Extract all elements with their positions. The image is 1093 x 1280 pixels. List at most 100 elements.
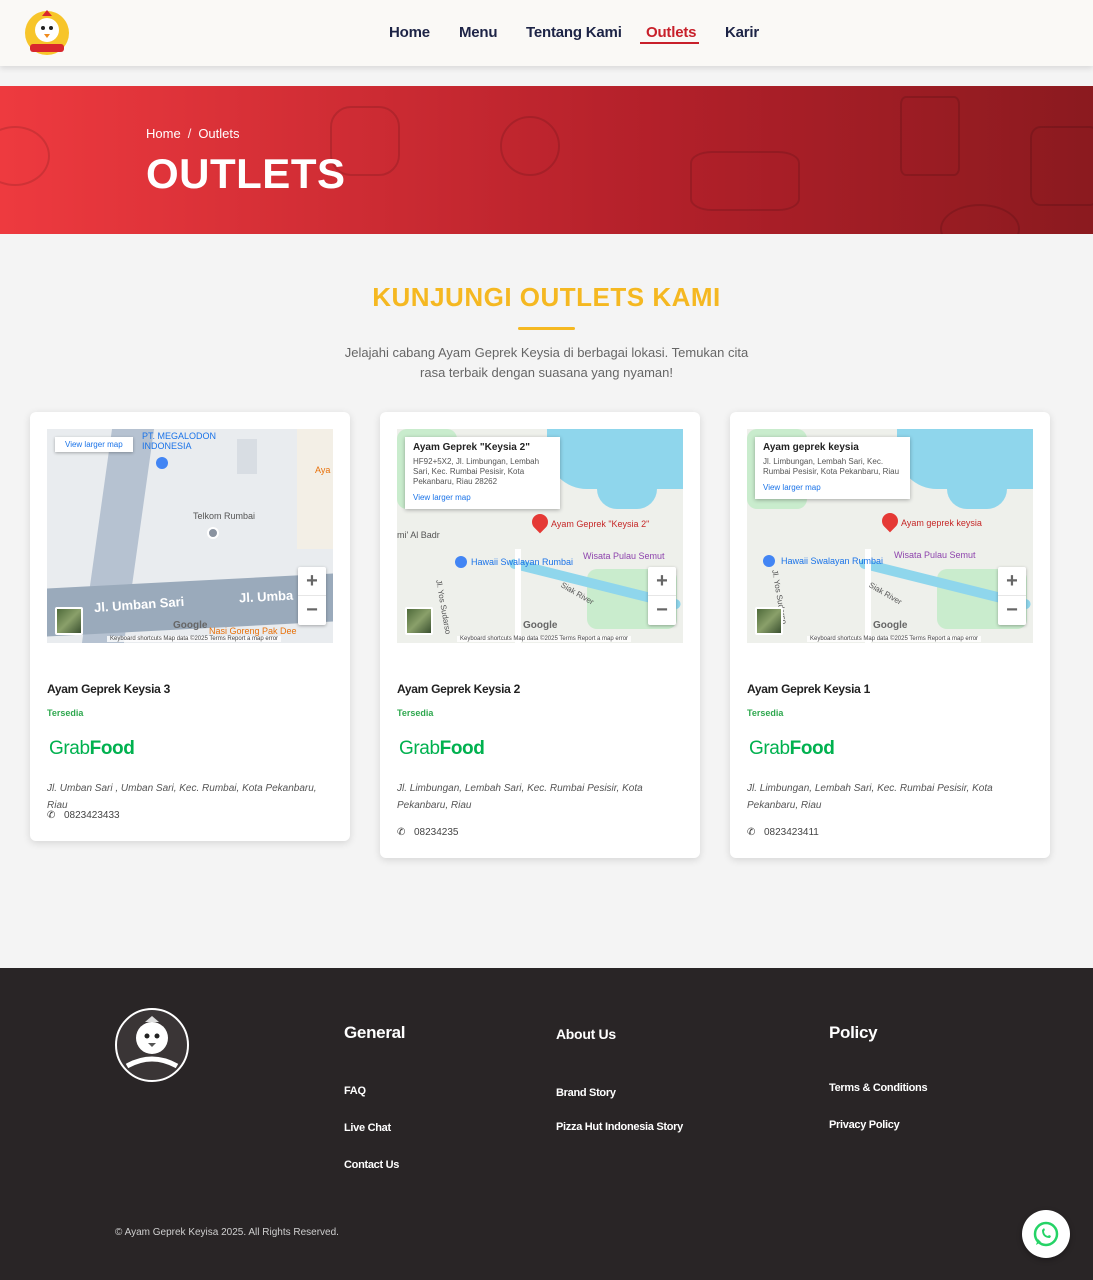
outlet-phone-number: 08234235 xyxy=(414,827,459,838)
footer-link-brand-story[interactable]: Brand Story xyxy=(556,1087,616,1099)
grabfood-link[interactable]: GrabFood xyxy=(399,738,485,760)
map-poi-label: Hawaii Swalayan Rumbai xyxy=(781,556,884,566)
section-description: Jelajahi cabang Ayam Geprek Keysia di be… xyxy=(344,345,749,380)
nav-tentang-kami[interactable]: Tentang Kami xyxy=(526,24,622,41)
zoom-out-button[interactable]: − xyxy=(998,596,1026,625)
outlet-card: Ayam Geprek "Keysia 2" HF92+5X2, Jl. Lim… xyxy=(380,412,700,858)
phone-icon: ✆ xyxy=(747,827,756,838)
outlet-status: Tersedia xyxy=(397,708,434,718)
site-footer: General FAQ Live Chat Contact Us About U… xyxy=(0,968,1093,1280)
section-title-underline xyxy=(518,327,575,330)
map-poi-label: Aya xyxy=(315,465,331,475)
zoom-in-button[interactable]: + xyxy=(298,567,326,596)
map-pin-icon[interactable] xyxy=(878,509,902,533)
nav-outlets[interactable]: Outlets xyxy=(646,24,696,41)
view-larger-map-link[interactable]: View larger map xyxy=(55,437,133,452)
popup-address: HF92+5X2, Jl. Limbungan, Lembah Sari, Ke… xyxy=(413,457,540,486)
grabfood-food: Food xyxy=(439,738,485,759)
site-header: Home Menu Tentang Kami Outlets Karir xyxy=(0,0,1093,66)
outlet-phone[interactable]: ✆ 08234235 xyxy=(397,827,459,838)
copyright: © Ayam Geprek Keyisa 2025. All Rights Re… xyxy=(115,1227,339,1238)
nav-karir[interactable]: Karir xyxy=(725,24,759,41)
map-poi-label: Wisata Pulau Semut xyxy=(583,551,665,561)
ayam-geprek-keysia-logo-icon[interactable] xyxy=(115,1008,189,1082)
map-poi-icon xyxy=(207,527,219,539)
grabfood-grab: Grab xyxy=(399,738,440,759)
breadcrumb-separator: / xyxy=(187,126,192,141)
footer-link-contact-us[interactable]: Contact Us xyxy=(344,1159,399,1171)
google-logo: Google xyxy=(523,620,558,631)
grabfood-food: Food xyxy=(89,738,135,759)
satellite-toggle[interactable] xyxy=(405,607,433,635)
footer-link-privacy[interactable]: Privacy Policy xyxy=(829,1119,900,1131)
food-doodle-icon xyxy=(940,204,1020,234)
map-water xyxy=(947,469,1007,509)
view-larger-map-link[interactable]: View larger map xyxy=(413,493,552,503)
outlet-address: Jl. Umban Sari , Umban Sari, Kec. Rumbai… xyxy=(47,783,317,811)
outlet-name: Ayam Geprek Keysia 1 xyxy=(747,682,870,696)
map-river-label: Siak River xyxy=(867,580,904,607)
whatsapp-button[interactable] xyxy=(1022,1210,1070,1258)
footer-link-terms[interactable]: Terms & Conditions xyxy=(829,1082,928,1094)
outlet-name: Ayam Geprek Keysia 2 xyxy=(397,682,520,696)
footer-link-pizza-hut-story[interactable]: Pizza Hut Indonesia Story xyxy=(556,1121,683,1133)
nav-active-underline xyxy=(640,42,699,44)
google-logo: Google xyxy=(173,620,208,631)
outlet-address: Jl. Limbungan, Lembah Sari, Kec. Rumbai … xyxy=(397,783,643,811)
outlet-map[interactable]: Ayam geprek keysia Jl. Limbungan, Lembah… xyxy=(747,429,1033,643)
breadcrumb-home[interactable]: Home xyxy=(146,126,181,141)
phone-icon: ✆ xyxy=(47,810,56,821)
breadcrumb-current: Outlets xyxy=(198,126,240,141)
zoom-out-button[interactable]: − xyxy=(298,596,326,625)
food-doodle-icon xyxy=(1030,126,1093,206)
map-zoom-control: + − xyxy=(298,567,326,625)
view-larger-map-link[interactable]: View larger map xyxy=(763,483,902,493)
outlet-phone[interactable]: ✆ 0823423433 xyxy=(47,810,120,821)
grabfood-food: Food xyxy=(789,738,835,759)
map-pin-icon[interactable] xyxy=(528,510,552,534)
food-doodle-icon xyxy=(500,116,560,176)
zoom-in-button[interactable]: + xyxy=(648,567,676,596)
map-poi-label: Telkom Rumbai xyxy=(193,511,256,521)
map-building xyxy=(237,439,257,474)
footer-link-live-chat[interactable]: Live Chat xyxy=(344,1122,391,1134)
outlet-status: Tersedia xyxy=(47,708,84,718)
map-info-popup: Ayam geprek keysia Jl. Limbungan, Lembah… xyxy=(755,437,910,499)
grabfood-grab: Grab xyxy=(749,738,790,759)
grabfood-grab: Grab xyxy=(49,738,90,759)
whatsapp-icon xyxy=(1033,1221,1059,1247)
satellite-toggle[interactable] xyxy=(55,607,83,635)
shopping-cart-icon xyxy=(763,555,775,567)
food-doodle-icon xyxy=(900,96,960,176)
map-poi-label: Wisata Pulau Semut xyxy=(894,550,976,560)
outlet-address: Jl. Limbungan, Lembah Sari, Kec. Rumbai … xyxy=(747,783,993,811)
outlet-map[interactable]: Ayam Geprek "Keysia 2" HF92+5X2, Jl. Lim… xyxy=(397,429,683,643)
map-pin-label: Ayam Geprek "Keysia 2" xyxy=(551,519,650,529)
map-info-popup: Ayam Geprek "Keysia 2" HF92+5X2, Jl. Lim… xyxy=(405,437,560,509)
phone-icon: ✆ xyxy=(397,827,406,838)
food-doodle-icon xyxy=(0,126,50,186)
outlet-phone[interactable]: ✆ 0823423411 xyxy=(747,827,819,838)
map-road-label: Jl. Umba xyxy=(238,587,294,606)
nav-menu[interactable]: Menu xyxy=(459,24,498,41)
footer-link-faq[interactable]: FAQ xyxy=(344,1085,366,1097)
popup-title: Ayam geprek keysia xyxy=(763,442,859,453)
page-hero: Home / Outlets OUTLETS xyxy=(0,86,1093,234)
grabfood-link[interactable]: GrabFood xyxy=(49,738,135,760)
footer-about-title: About Us xyxy=(556,1026,616,1042)
satellite-toggle[interactable] xyxy=(755,607,783,635)
footer-general-title: General xyxy=(344,1023,406,1042)
outlet-card: View larger map PT. MEGALODON INDONESIA … xyxy=(30,412,350,841)
map-area xyxy=(297,429,333,549)
section-title: KUNJUNGI OUTLETS KAMI xyxy=(372,282,721,312)
popup-address: Jl. Limbungan, Lembah Sari, Kec. Rumbai … xyxy=(763,457,900,476)
map-zoom-control: + − xyxy=(998,567,1026,625)
zoom-out-button[interactable]: − xyxy=(648,596,676,625)
zoom-in-button[interactable]: + xyxy=(998,567,1026,596)
nav-home[interactable]: Home xyxy=(389,24,430,41)
outlet-map[interactable]: View larger map PT. MEGALODON INDONESIA … xyxy=(47,429,333,643)
map-road-label: Jl. Yos Sudarso xyxy=(434,579,453,635)
outlet-status: Tersedia xyxy=(747,708,784,718)
map-attribution: Keyboard shortcuts Map data ©2025 Terms … xyxy=(107,636,282,642)
grabfood-link[interactable]: GrabFood xyxy=(749,738,835,760)
